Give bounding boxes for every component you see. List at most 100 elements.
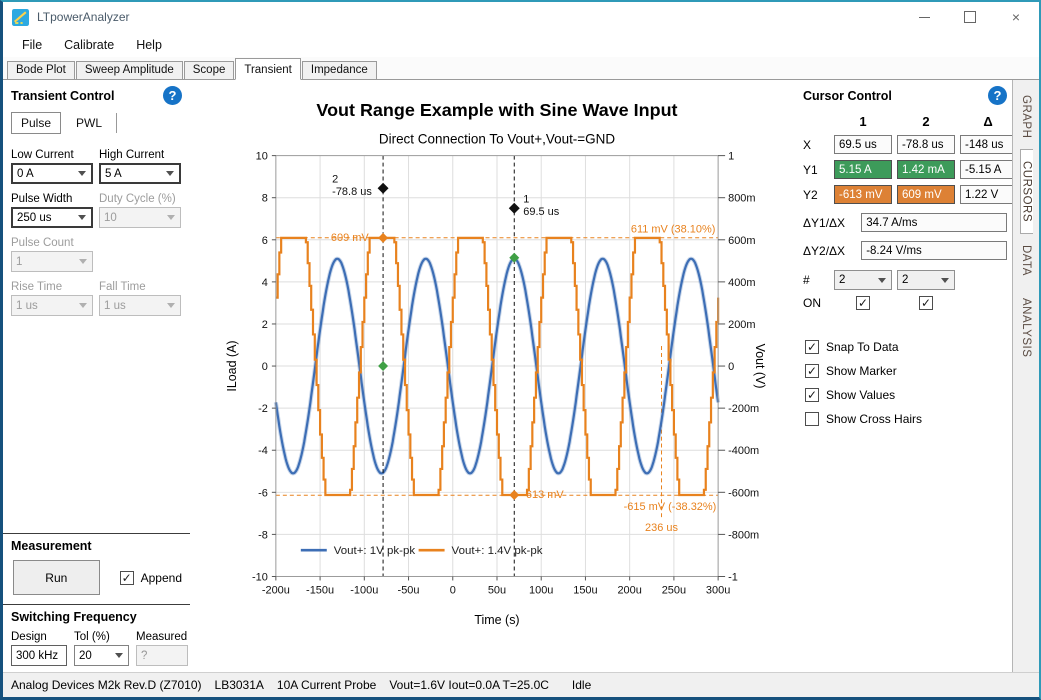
divider	[3, 533, 190, 534]
high-current-select[interactable]: 5 A	[99, 163, 181, 184]
minimize-icon	[919, 17, 930, 18]
main-content: Transient Control ? Pulse PWL Low Curren…	[3, 80, 1039, 672]
svg-text:2: 2	[262, 319, 268, 331]
pulse-pwl-tabs: Pulse PWL	[11, 112, 182, 134]
minimize-button[interactable]	[901, 2, 947, 32]
tol-select[interactable]: 20	[74, 645, 129, 666]
cursor1-trace-select[interactable]: 2	[834, 270, 892, 290]
svg-text:-615 mV (-38.32%): -615 mV (-38.32%)	[624, 501, 717, 513]
svg-text:Vout+: 1V pk-pk: Vout+: 1V pk-pk	[334, 545, 416, 557]
transient-control-panel: Transient Control ? Pulse PWL Low Curren…	[3, 80, 190, 672]
main-tab-bar: Bode Plot Sweep Amplitude Scope Transien…	[3, 57, 1039, 80]
append-checkbox[interactable]	[120, 571, 134, 585]
svg-text:250u: 250u	[662, 584, 686, 596]
dy1-label: ΔY1/ΔX	[803, 216, 854, 230]
y2-cursor2-value: 609 mV	[897, 185, 955, 204]
svg-text:611 mV (38.10%): 611 mV (38.10%)	[631, 223, 716, 235]
design-label: Design	[11, 631, 67, 643]
svg-text:-50u: -50u	[398, 584, 420, 596]
chevron-down-icon	[167, 215, 175, 220]
menu-help[interactable]: Help	[125, 35, 173, 55]
tab-impedance[interactable]: Impedance	[302, 61, 377, 79]
fall-time-select: 1 us	[99, 295, 181, 316]
menu-calibrate[interactable]: Calibrate	[53, 35, 125, 55]
pulse-count-label: Pulse Count	[11, 237, 93, 249]
status-readings: Vout=1.6V Iout=0.0A T=25.0C	[389, 678, 549, 692]
chart-area[interactable]: 169.5 us2-78.8 us609 mV611 mV (38.10%)-6…	[190, 80, 794, 672]
window-title: LTpowerAnalyzer	[37, 10, 901, 24]
svg-text:-400m: -400m	[728, 445, 759, 457]
side-tab-data[interactable]: DATA	[1020, 234, 1032, 287]
x-delta-value: -148 us	[960, 135, 1016, 154]
tab-bode-plot[interactable]: Bode Plot	[7, 61, 75, 79]
tab-pwl[interactable]: PWL	[67, 113, 117, 133]
svg-text:6: 6	[262, 235, 268, 247]
menu-file[interactable]: File	[11, 35, 53, 55]
x-cursor1-value: 69.5 us	[834, 135, 892, 154]
duty-cycle-select: 10	[99, 207, 181, 228]
y2-row-label: Y2	[803, 188, 829, 202]
tol-label: Tol (%)	[74, 631, 129, 643]
app-window: LTpowerAnalyzer × File Calibrate Help Bo…	[0, 0, 1041, 700]
help-icon[interactable]: ?	[988, 86, 1007, 105]
rise-time-select: 1 us	[11, 295, 93, 316]
svg-text:10: 10	[256, 151, 268, 163]
cursor1-on-checkbox[interactable]	[856, 296, 870, 310]
snap-to-data-checkbox[interactable]	[805, 340, 819, 354]
dy2-label: ΔY2/ΔX	[803, 244, 854, 258]
status-state: Idle	[572, 678, 591, 692]
y-axis-right-label: Vout (V)	[753, 344, 767, 389]
pulse-count-select: 1	[11, 251, 93, 272]
measured-input: ?	[136, 645, 188, 666]
show-values-checkbox[interactable]	[805, 388, 819, 402]
help-icon[interactable]: ?	[163, 86, 182, 105]
status-board: LB3031A	[215, 678, 264, 692]
low-current-select[interactable]: 0 A	[11, 163, 93, 184]
snap-to-data-label: Snap To Data	[826, 340, 899, 354]
svg-text:50u: 50u	[488, 584, 506, 596]
cursor-control-panel: Cursor Control ? 1 2 Δ X 69.5 us -78.8 u…	[794, 80, 1012, 672]
svg-text:600m: 600m	[728, 235, 755, 247]
show-marker-label: Show Marker	[826, 364, 897, 378]
switching-frequency-title: Switching Frequency	[11, 610, 182, 624]
svg-text:-2: -2	[258, 403, 268, 415]
design-input[interactable]: 300 kHz	[11, 645, 67, 666]
svg-text:800m: 800m	[728, 193, 755, 205]
title-bar: LTpowerAnalyzer ×	[3, 2, 1039, 32]
svg-text:-4: -4	[258, 445, 268, 457]
y2-cursor1-value: -613 mV	[834, 185, 892, 204]
on-row-label: ON	[803, 296, 829, 310]
pulse-width-label: Pulse Width	[11, 193, 93, 205]
tab-sweep-amplitude[interactable]: Sweep Amplitude	[76, 61, 183, 79]
chevron-down-icon	[166, 171, 174, 176]
svg-text:-150u: -150u	[306, 584, 334, 596]
pulse-width-select[interactable]: 250 us	[11, 207, 93, 228]
svg-text:400m: 400m	[728, 277, 755, 289]
side-tab-graph[interactable]: GRAPH	[1020, 84, 1032, 149]
svg-text:-8: -8	[258, 529, 268, 541]
cursor-col-delta: Δ	[960, 114, 1016, 129]
duty-cycle-label: Duty Cycle (%)	[99, 193, 181, 205]
tab-scope[interactable]: Scope	[184, 61, 235, 79]
fall-time-label: Fall Time	[99, 281, 181, 293]
side-tab-strip: GRAPH CURSORS DATA ANALYSIS	[1012, 80, 1039, 672]
cursor2-on-checkbox[interactable]	[919, 296, 933, 310]
tab-transient[interactable]: Transient	[235, 58, 301, 80]
tab-pulse[interactable]: Pulse	[11, 112, 61, 134]
y-axis-left-label: ILoad (A)	[225, 341, 239, 392]
y1-cursor1-value: 5.15 A	[834, 160, 892, 179]
svg-text:100u: 100u	[529, 584, 553, 596]
chevron-down-icon	[79, 259, 87, 264]
close-button[interactable]: ×	[993, 2, 1039, 32]
run-button[interactable]: Run	[13, 560, 100, 595]
svg-text:8: 8	[262, 193, 268, 205]
maximize-button[interactable]	[947, 2, 993, 32]
show-cross-hairs-checkbox[interactable]	[805, 412, 819, 426]
chevron-down-icon	[167, 303, 175, 308]
show-marker-checkbox[interactable]	[805, 364, 819, 378]
y1-cursor2-value: 1.42 mA	[897, 160, 955, 179]
cursor2-trace-select[interactable]: 2	[897, 270, 955, 290]
status-bar: Analog Devices M2k Rev.D (Z7010) LB3031A…	[3, 672, 1039, 697]
side-tab-analysis[interactable]: ANALYSIS	[1020, 287, 1032, 368]
side-tab-cursors[interactable]: CURSORS	[1020, 149, 1033, 234]
